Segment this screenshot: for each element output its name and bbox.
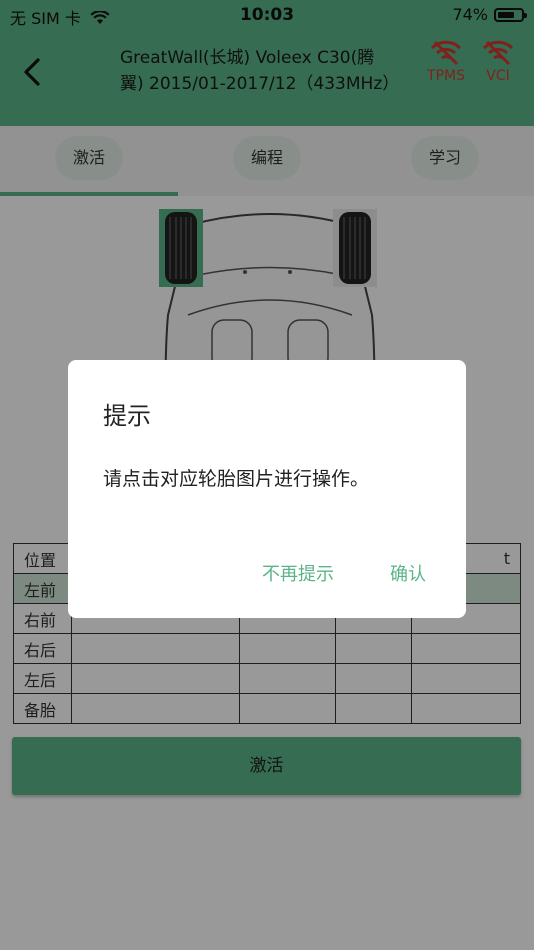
confirm-button[interactable]: 确认 [390, 560, 426, 586]
dialog-message: 请点击对应轮胎图片进行操作。 [103, 468, 370, 490]
dialog-title: 提示 [103, 402, 151, 430]
dont-remind-button[interactable]: 不再提示 [262, 560, 334, 586]
prompt-dialog: 提示 请点击对应轮胎图片进行操作。 不再提示 确认 [68, 360, 466, 618]
